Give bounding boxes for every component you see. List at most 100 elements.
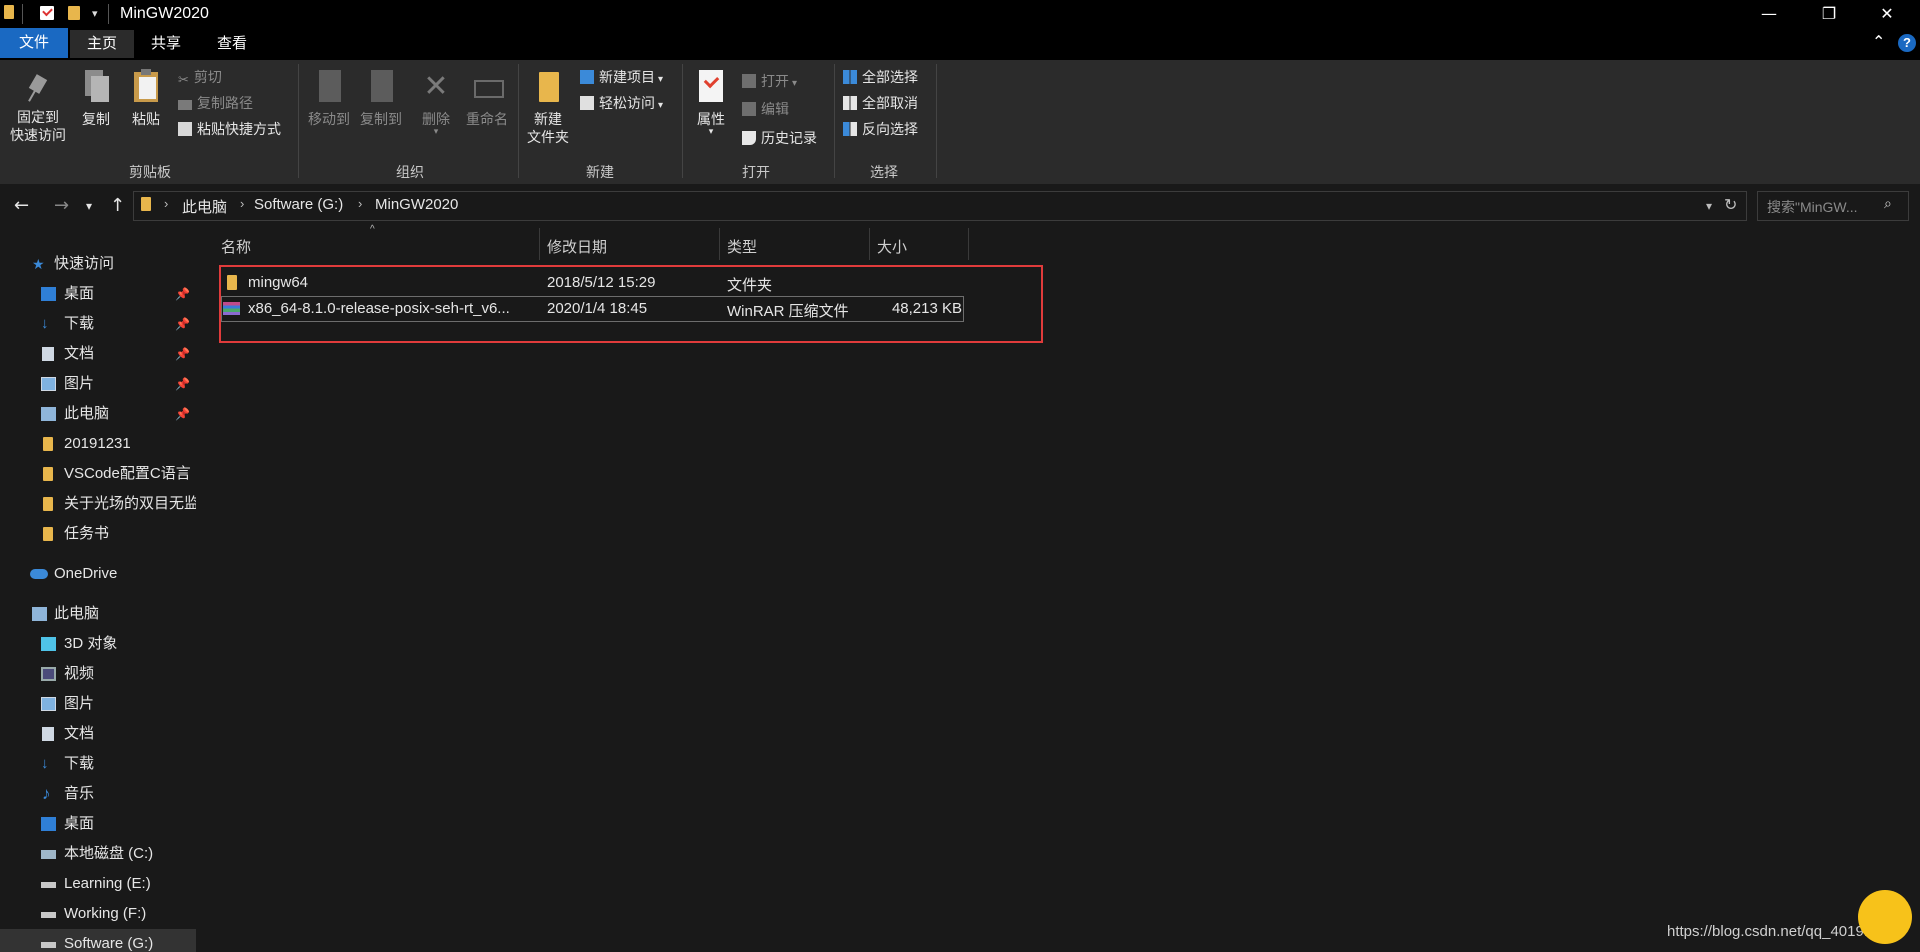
- paste-button[interactable]: 粘贴: [124, 68, 168, 128]
- nav-3d-objects[interactable]: 3D 对象: [0, 629, 196, 659]
- document-icon: [42, 347, 54, 361]
- minimize-button[interactable]: —: [1740, 0, 1798, 28]
- nav-label: 下载: [64, 315, 95, 332]
- nav-drive-f[interactable]: Working (F:): [0, 899, 196, 929]
- new-folder-quick-icon[interactable]: [68, 6, 80, 20]
- sort-indicator-icon: ^: [370, 224, 375, 235]
- drive-icon: [41, 942, 56, 948]
- restore-button[interactable]: ❐: [1800, 0, 1858, 28]
- tab-share[interactable]: 共享: [140, 30, 192, 58]
- easy-access-button[interactable]: 轻松访问 ▾: [580, 94, 663, 115]
- edit-button[interactable]: 编辑: [742, 100, 789, 118]
- column-separator[interactable]: [719, 228, 720, 260]
- nav-label: 音乐: [64, 785, 95, 802]
- mascot-logo-icon: [1858, 890, 1912, 944]
- nav-label: 此电脑: [64, 405, 110, 422]
- tab-view[interactable]: 查看: [204, 30, 260, 58]
- nav-pictures[interactable]: 图片 📌: [0, 369, 196, 399]
- breadcrumb-chevron-icon[interactable]: ›: [240, 196, 244, 211]
- tab-home[interactable]: 主页: [70, 30, 134, 58]
- properties-quick-icon[interactable]: [40, 5, 54, 20]
- copy-label: 复制: [82, 111, 110, 127]
- nav-label: 关于光场的双目无监: [64, 495, 196, 512]
- nav-folder-lightfield[interactable]: 关于光场的双目无监: [0, 489, 196, 519]
- file-name: x86_64-8.1.0-release-posix-seh-rt_v6...: [248, 300, 510, 317]
- nav-folder-vscode[interactable]: VSCode配置C语言: [0, 459, 196, 489]
- breadcrumb-mingw2020[interactable]: MinGW2020: [375, 196, 458, 213]
- collapse-ribbon-icon[interactable]: ⌃: [1872, 32, 1885, 51]
- close-button[interactable]: ✕: [1858, 0, 1916, 28]
- folder-icon: [43, 437, 53, 451]
- copy-path-button[interactable]: 复制路径: [178, 94, 253, 112]
- drive-icon: [41, 882, 56, 888]
- select-none-button[interactable]: 全部取消: [843, 94, 918, 112]
- column-header-name[interactable]: 名称: [221, 236, 251, 257]
- column-header-date[interactable]: 修改日期: [547, 236, 607, 257]
- nav-drive-e[interactable]: Learning (E:): [0, 869, 196, 899]
- nav-onedrive[interactable]: OneDrive: [0, 559, 196, 589]
- copy-button[interactable]: 复制: [74, 68, 118, 128]
- nav-label: 桌面: [64, 285, 95, 302]
- column-header-size[interactable]: 大小: [877, 236, 907, 257]
- properties-icon: [696, 68, 726, 106]
- customize-quick-access-icon[interactable]: ▾: [92, 5, 98, 23]
- nav-videos[interactable]: 视频: [0, 659, 196, 689]
- new-item-button[interactable]: 新建项目 ▾: [580, 68, 663, 89]
- nav-drive-c[interactable]: 本地磁盘 (C:): [0, 839, 196, 869]
- paste-shortcut-button[interactable]: 粘贴快捷方式: [178, 120, 281, 138]
- refresh-icon[interactable]: ↻: [1724, 195, 1737, 214]
- nav-downloads[interactable]: ↓ 下载 📌: [0, 309, 196, 339]
- open-icon: [742, 74, 756, 88]
- nav-folder-20191231[interactable]: 20191231: [0, 429, 196, 459]
- pin-quick-access-button[interactable]: 固定到 快速访问: [6, 72, 70, 144]
- nav-this-pc[interactable]: 此电脑: [0, 599, 196, 629]
- copy-to-button[interactable]: 复制到: [356, 68, 406, 128]
- invert-selection-button[interactable]: 反向选择: [843, 120, 918, 138]
- history-label: 历史记录: [761, 130, 817, 146]
- pin-icon: 📌: [175, 377, 190, 391]
- nav-this-pc-quick[interactable]: 此电脑 📌: [0, 399, 196, 429]
- table-row[interactable]: mingw64 2018/5/12 15:29 文件夹: [221, 271, 964, 295]
- search-placeholder: 搜索"MinGW...: [1767, 199, 1858, 215]
- nav-music[interactable]: ♪ 音乐: [0, 779, 196, 809]
- nav-documents-pc[interactable]: 文档: [0, 719, 196, 749]
- properties-button[interactable]: 属性 ▾: [686, 68, 736, 136]
- nav-quick-access[interactable]: ★ 快速访问: [0, 249, 196, 279]
- breadcrumb-this-pc[interactable]: 此电脑: [182, 196, 227, 217]
- column-separator[interactable]: [539, 228, 540, 260]
- nav-desktop[interactable]: 桌面 📌: [0, 279, 196, 309]
- folder-icon: [43, 497, 53, 511]
- nav-documents[interactable]: 文档 📌: [0, 339, 196, 369]
- history-button[interactable]: 历史记录: [742, 129, 817, 147]
- delete-button[interactable]: ✕ 删除 ▾: [414, 68, 458, 136]
- recent-locations-icon[interactable]: ▾: [86, 199, 92, 213]
- nav-pictures-pc[interactable]: 图片: [0, 689, 196, 719]
- invert-selection-icon: [843, 122, 857, 136]
- column-header-type[interactable]: 类型: [727, 236, 757, 257]
- column-separator[interactable]: [968, 228, 969, 260]
- nav-label: Working (F:): [64, 905, 147, 922]
- nav-folder-task[interactable]: 任务书: [0, 519, 196, 549]
- search-icon[interactable]: ⌕: [1884, 196, 1892, 212]
- rename-button[interactable]: 重命名: [462, 68, 512, 128]
- back-arrow-icon[interactable]: ←: [14, 195, 29, 216]
- help-icon[interactable]: ?: [1898, 34, 1916, 52]
- cut-button[interactable]: ✂ 剪切: [178, 68, 222, 87]
- address-dropdown-icon[interactable]: ▾: [1706, 199, 1712, 213]
- breadcrumb-chevron-icon[interactable]: ›: [164, 196, 168, 211]
- nav-drive-g[interactable]: Software (G:): [0, 929, 196, 952]
- up-arrow-icon[interactable]: ↑: [110, 195, 125, 216]
- nav-desktop-pc[interactable]: 桌面: [0, 809, 196, 839]
- move-to-button[interactable]: 移动到: [304, 68, 354, 128]
- nav-downloads-pc[interactable]: ↓ 下载: [0, 749, 196, 779]
- new-folder-button[interactable]: 新建 文件夹: [522, 68, 574, 146]
- tab-file[interactable]: 文件: [0, 28, 68, 58]
- table-row[interactable]: x86_64-8.1.0-release-posix-seh-rt_v6... …: [221, 297, 964, 321]
- open-button[interactable]: 打开 ▾: [742, 72, 797, 93]
- ribbon: [0, 60, 1920, 185]
- column-separator[interactable]: [869, 228, 870, 260]
- breadcrumb-chevron-icon[interactable]: ›: [358, 196, 362, 211]
- forward-arrow-icon[interactable]: →: [54, 195, 69, 216]
- breadcrumb-software-g[interactable]: Software (G:): [254, 196, 343, 213]
- select-all-button[interactable]: 全部选择: [843, 68, 918, 86]
